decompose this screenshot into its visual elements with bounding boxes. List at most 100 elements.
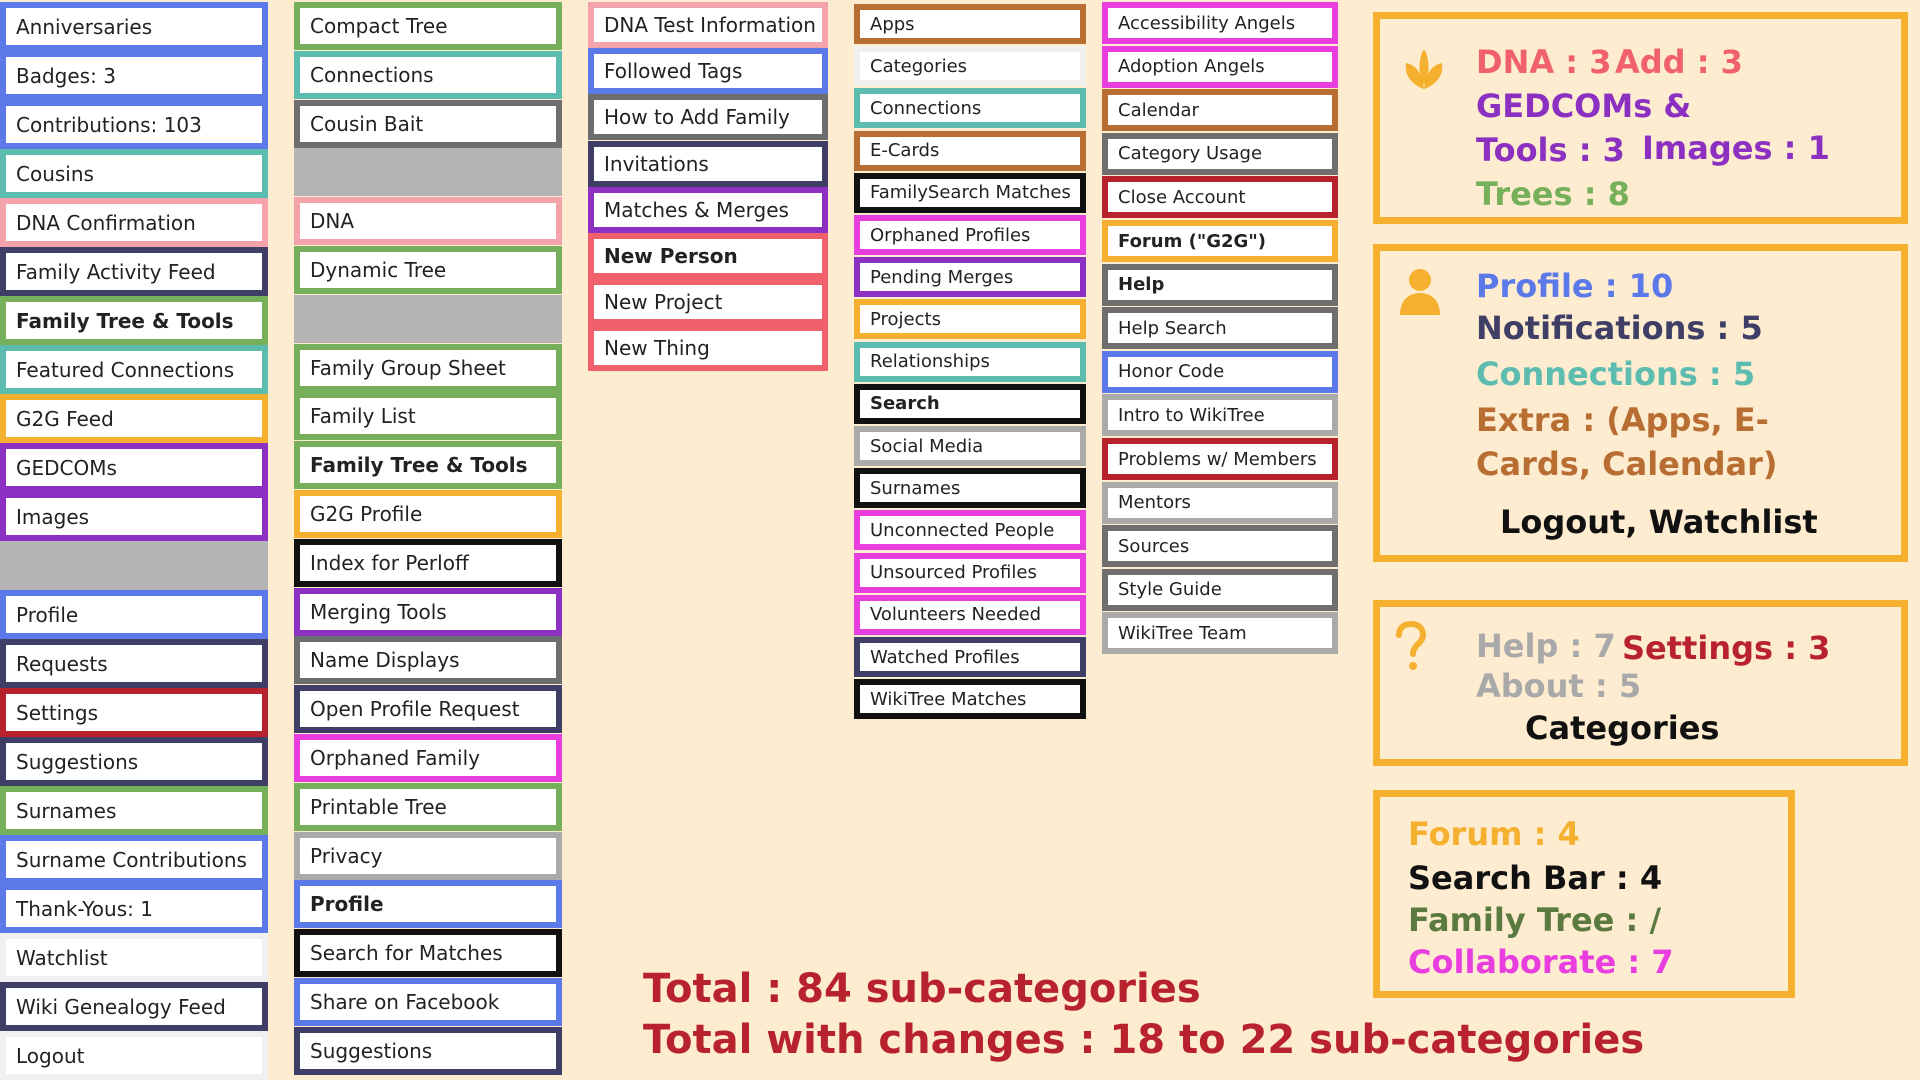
menu-item[interactable]: Surnames <box>0 786 268 835</box>
menu-item[interactable]: Close Account <box>1102 176 1338 219</box>
total-with-changes: Total with changes : 18 to 22 sub-catego… <box>643 1017 1645 1063</box>
menu-item[interactable]: Watched Profiles <box>854 637 1086 677</box>
menu-item[interactable]: Adoption Angels <box>1102 45 1338 88</box>
menu-item[interactable]: Contributions: 103 <box>0 100 268 149</box>
question-icon <box>1396 621 1427 670</box>
menu-item[interactable]: Forum ("G2G") <box>1102 220 1338 262</box>
menu-item[interactable]: FamilySearch Matches <box>854 172 1086 213</box>
menu-item[interactable]: WikiTree Matches <box>854 679 1086 720</box>
menu-item[interactable]: G2G Profile <box>294 490 562 538</box>
menu-item[interactable]: DNA <box>294 197 562 246</box>
menu-item[interactable]: Cousins <box>0 149 268 198</box>
menu-item[interactable]: Social Media <box>854 426 1086 466</box>
trees-count: Trees : 8 <box>1476 175 1630 213</box>
menu-item[interactable]: Merging Tools <box>294 587 562 636</box>
search-bar-count: Search Bar : 4 <box>1408 859 1663 897</box>
menu-item[interactable]: Search for Matches <box>294 929 562 978</box>
menu-item[interactable]: GEDCOMs <box>0 443 268 492</box>
menu-item[interactable]: Relationships <box>854 341 1086 382</box>
menu-item[interactable]: Printable Tree <box>294 782 562 831</box>
menu-item[interactable]: Profile <box>0 590 268 639</box>
menu-item[interactable]: Volunteers Needed <box>854 594 1086 635</box>
menu-item[interactable]: Index for Perloff <box>294 538 562 587</box>
menu-item[interactable]: Share on Facebook <box>294 978 562 1026</box>
menu-item[interactable]: Projects <box>854 299 1086 340</box>
profile-count: Profile : 10 <box>1476 267 1674 305</box>
menu-item[interactable]: WikiTree Team <box>1102 612 1338 655</box>
menu-item[interactable]: Profile <box>294 880 562 929</box>
menu-item[interactable]: Matches & Merges <box>588 186 828 233</box>
menu-separator <box>0 541 268 590</box>
menu-item[interactable]: Style Guide <box>1102 568 1338 611</box>
menu-item[interactable]: Featured Connections <box>0 345 268 394</box>
menu-item[interactable]: Honor Code <box>1102 350 1338 393</box>
menu-item[interactable]: Suggestions <box>294 1026 562 1075</box>
menu-item[interactable]: Family Tree & Tools <box>0 296 268 345</box>
menu-item[interactable]: Accessibility Angels <box>1102 2 1338 44</box>
menu-item[interactable]: Anniversaries <box>0 2 268 51</box>
menu-item[interactable]: DNA Confirmation <box>0 198 268 247</box>
menu-item[interactable]: New Project <box>588 279 828 326</box>
menu-item[interactable]: Logout <box>0 1031 268 1080</box>
menu-item[interactable]: Name Displays <box>294 636 562 685</box>
menu-item[interactable]: Watchlist <box>0 933 268 982</box>
menu-item[interactable]: Thank-Yous: 1 <box>0 884 268 933</box>
menu-item[interactable]: Search <box>854 383 1086 424</box>
menu-item[interactable]: Calendar <box>1102 89 1338 132</box>
menu-item[interactable]: Surname Contributions <box>0 835 268 884</box>
menu-item[interactable]: Wiki Genealogy Feed <box>0 982 268 1031</box>
menu-item[interactable]: Badges: 3 <box>0 51 268 100</box>
menu-item[interactable]: Categories <box>854 46 1086 87</box>
menu-item[interactable]: Followed Tags <box>588 48 828 95</box>
menu-item[interactable]: Family Activity Feed <box>0 247 268 296</box>
connections-count: Connections : 5 <box>1476 355 1756 393</box>
menu-item[interactable]: New Thing <box>588 325 828 372</box>
menu-item[interactable]: New Person <box>588 233 828 279</box>
menu-item[interactable]: Problems w/ Members <box>1102 438 1338 480</box>
menu-item[interactable]: Family Tree & Tools <box>294 441 562 490</box>
menu-item[interactable]: Orphaned Profiles <box>854 215 1086 255</box>
menu-item[interactable]: E-Cards <box>854 130 1086 171</box>
menu-item[interactable]: Unconnected People <box>854 510 1086 551</box>
menu-item[interactable]: Family Group Sheet <box>294 343 562 392</box>
menu-item[interactable]: Dynamic Tree <box>294 246 562 294</box>
categories-label: Categories <box>1525 709 1720 747</box>
person-icon <box>1400 269 1440 315</box>
menu-item[interactable]: Surnames <box>854 468 1086 509</box>
menu-item[interactable]: DNA Test Information <box>588 2 828 48</box>
menu-item[interactable]: Requests <box>0 639 268 688</box>
tools-count: Tools : 3 <box>1476 131 1625 169</box>
menu-item[interactable]: Help Search <box>1102 307 1338 350</box>
menu-item[interactable]: Category Usage <box>1102 132 1338 175</box>
menu-item[interactable]: Family List <box>294 392 562 441</box>
menu-item[interactable]: Open Profile Request <box>294 685 562 734</box>
logout-watchlist-label: Logout, Watchlist <box>1500 503 1818 541</box>
menu-item[interactable]: Invitations <box>588 140 828 187</box>
menu-separator <box>294 148 562 197</box>
menu-item[interactable]: Images <box>0 492 268 541</box>
menu-item[interactable]: Compact Tree <box>294 2 562 50</box>
menu-item[interactable]: Connections <box>294 50 562 99</box>
menu-item[interactable]: Suggestions <box>0 737 268 786</box>
menu-item[interactable]: Mentors <box>1102 481 1338 524</box>
menu-item[interactable]: Unsourced Profiles <box>854 552 1086 593</box>
help-count: Help : 7 <box>1476 627 1616 665</box>
menu-item[interactable]: How to Add Family <box>588 94 828 141</box>
menu-item[interactable]: Privacy <box>294 831 562 880</box>
sprout-icon <box>1405 49 1443 89</box>
menu-item[interactable]: Cousin Bait <box>294 99 562 148</box>
menu-item[interactable]: Help <box>1102 263 1338 306</box>
menu-item[interactable]: Sources <box>1102 525 1338 568</box>
menu-item[interactable]: Pending Merges <box>854 257 1086 298</box>
total-subcategories: Total : 84 sub-categories <box>643 966 1201 1012</box>
menu-item[interactable]: Orphaned Family <box>294 734 562 782</box>
menu-item[interactable]: Apps <box>854 4 1086 44</box>
tree-stats-box: DNA : 3 Add : 3 GEDCOMs & Tools : 3 Imag… <box>1373 12 1908 224</box>
menu-item[interactable]: Connections <box>854 88 1086 129</box>
menu-item[interactable]: Intro to WikiTree <box>1102 394 1338 437</box>
menu-item[interactable]: G2G Feed <box>0 394 268 443</box>
menu-item[interactable]: Settings <box>0 688 268 737</box>
settings-count: Settings : 3 <box>1622 629 1831 667</box>
profile-stats-box: Profile : 10 Notifications : 5 Connectio… <box>1373 244 1908 562</box>
extra-label-cont: Cards, Calendar) <box>1476 445 1778 483</box>
